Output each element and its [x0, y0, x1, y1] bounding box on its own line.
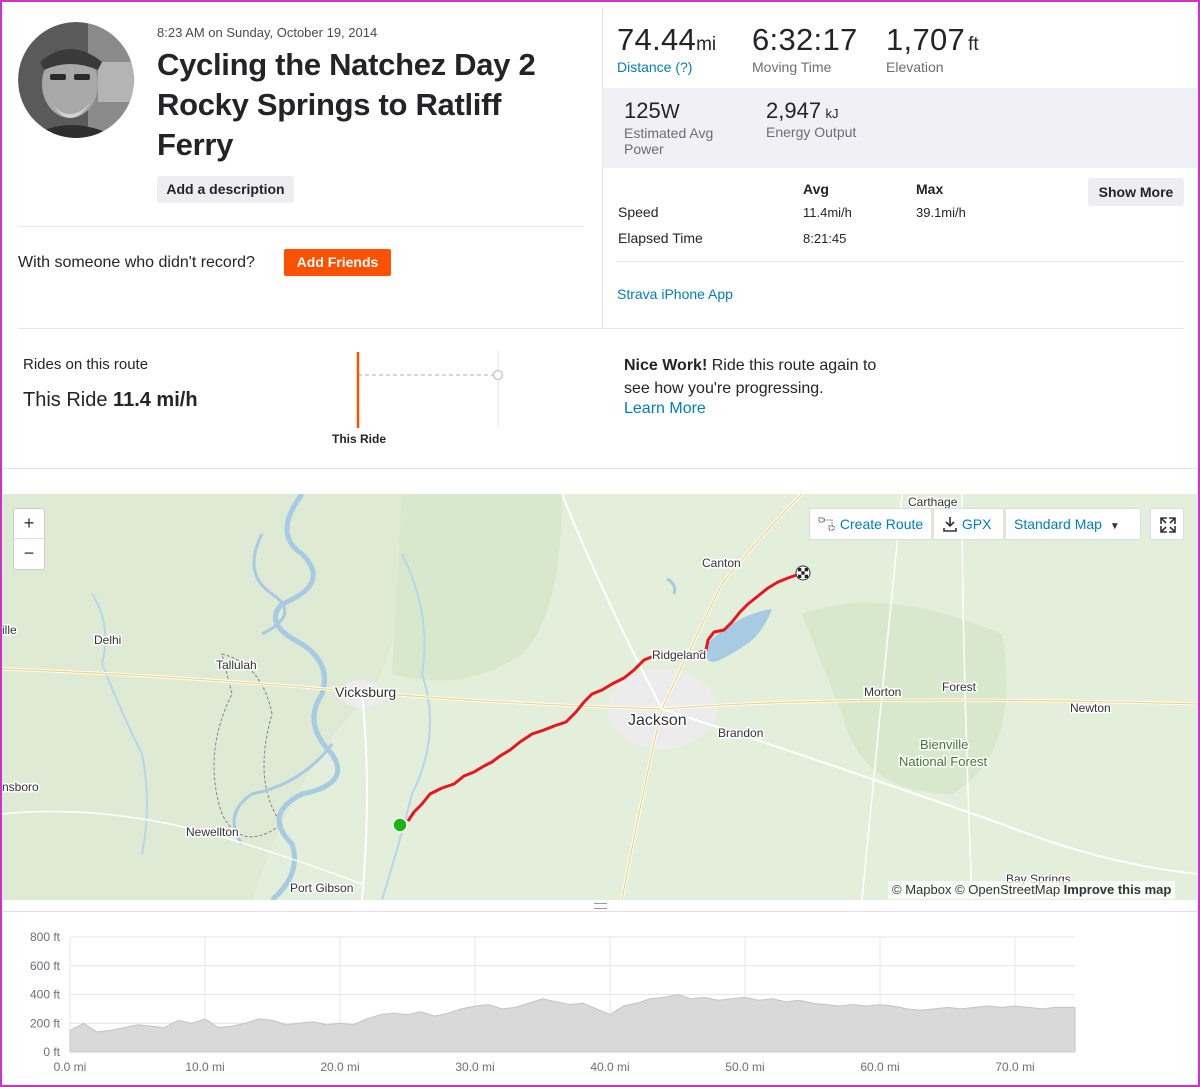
moving-time-label: Moving Time — [752, 59, 832, 75]
zoom-out-button[interactable]: − — [14, 539, 44, 569]
elevation-value: 1,707 — [886, 22, 966, 57]
y-tick-label: 800 ft — [30, 930, 61, 944]
divider — [617, 261, 1184, 262]
power-value: 125 — [624, 98, 661, 123]
elevation-label: Elevation — [886, 59, 944, 75]
place-label-morton: Morton — [864, 685, 901, 699]
energy-label: Energy Output — [766, 124, 857, 140]
zoom-in-button[interactable]: + — [14, 509, 44, 539]
elapsed-time-avg: 8:21:45 — [803, 231, 847, 246]
create-route-button[interactable]: Create Route — [809, 508, 932, 540]
place-label-ridgeland: Ridgeland — [652, 648, 706, 662]
learn-more-link[interactable]: Learn More — [624, 400, 706, 418]
gpx-label: GPX — [961, 516, 992, 532]
nice-work-message: Nice Work! Ride this route again to see … — [624, 354, 894, 400]
avg-header: Avg — [803, 181, 829, 197]
activity-date: 8:23 AM on Sunday, October 19, 2014 — [157, 25, 378, 40]
distance-unit: mi — [696, 34, 717, 55]
download-icon — [943, 517, 957, 532]
energy-stat: 2,947 kJ Energy Output — [766, 98, 856, 140]
divider — [0, 468, 1200, 469]
place-label-newton: Newton — [1070, 701, 1111, 715]
this-ride-speed: This Ride 11.4 mi/h — [23, 389, 198, 412]
osm-link[interactable]: © OpenStreetMap — [955, 882, 1060, 897]
moving-time-value: 6:32:17 — [752, 22, 858, 57]
add-friends-button[interactable]: Add Friends — [284, 249, 391, 276]
y-tick-label: 0 ft — [43, 1045, 60, 1059]
elevation-stat: 1,707 ft Elevation — [886, 22, 979, 75]
place-label-bienville: Bienville — [920, 737, 968, 752]
speed-avg: 11.4mi/h — [803, 205, 852, 220]
route-icon — [818, 517, 835, 531]
place-label-nsboro: nsboro — [2, 780, 39, 794]
x-tick-label: 30.0 mi — [455, 1060, 494, 1074]
with-someone-text: With someone who didn't record? — [18, 254, 255, 271]
nice-work-bold: Nice Work! — [624, 357, 708, 374]
distance-stat: 74.44mi Distance (?) — [617, 22, 716, 75]
device-link[interactable]: Strava iPhone App — [617, 286, 733, 302]
caret-down-icon: ▼ — [1109, 521, 1120, 532]
route-map[interactable]: Carthage Canton ille Delhi Tallulah Ridg… — [2, 494, 1198, 900]
mini-chart-label: This Ride — [332, 432, 387, 446]
place-label-brandon: Brandon — [718, 726, 763, 740]
energy-value: 2,947 — [766, 98, 822, 123]
power-label: Estimated Avg Power — [624, 125, 714, 157]
y-tick-label: 200 ft — [30, 1016, 61, 1030]
place-label-carthage: Carthage — [908, 495, 958, 509]
create-route-label: Create Route — [839, 516, 924, 532]
x-tick-label: 10.0 mi — [185, 1060, 224, 1074]
place-label-jackson: Jackson — [628, 712, 687, 729]
place-label-tallulah: Tallulah — [216, 658, 257, 672]
place-label-newellton: Newellton — [186, 825, 239, 839]
place-label-canton: Canton — [702, 556, 741, 570]
mapbox-link[interactable]: © Mapbox — [892, 882, 951, 897]
x-tick-label: 20.0 mi — [320, 1060, 359, 1074]
map-attribution: © Mapbox © OpenStreetMap Improve this ma… — [888, 881, 1176, 899]
place-label-national-forest: National Forest — [899, 754, 988, 769]
elevation-chart[interactable]: 0 ft 200 ft 400 ft 600 ft 800 ft 0.0 mi 10.0 m… — [0, 915, 1200, 1087]
gpx-download-button[interactable]: GPX — [933, 508, 1004, 540]
activity-title: Cycling the Natchez Day 2 Rocky Springs … — [157, 47, 536, 162]
elapsed-time-label: Elapsed Time — [618, 230, 703, 246]
zoom-control: + − — [13, 508, 45, 570]
athlete-avatar[interactable] — [18, 22, 134, 138]
map-type-dropdown[interactable]: Standard Map ▼ — [1005, 508, 1141, 540]
x-tick-label: 70.0 mi — [995, 1060, 1034, 1074]
map-type-label: Standard Map — [1014, 516, 1102, 532]
place-label-vicksburg: Vicksburg — [335, 684, 396, 700]
elevation-unit: ft — [968, 34, 979, 55]
place-label-delhi: Delhi — [94, 633, 121, 647]
improve-map-link[interactable]: Improve this map — [1064, 882, 1172, 897]
distance-label-link[interactable]: Distance (?) — [617, 59, 716, 75]
resize-grip-icon[interactable] — [594, 903, 607, 909]
place-label-port-gibson: Port Gibson — [290, 881, 353, 895]
rides-on-route-label: Rides on this route — [23, 356, 149, 373]
show-more-button[interactable]: Show More — [1088, 178, 1184, 206]
speed-label: Speed — [618, 204, 659, 220]
divider — [18, 328, 1184, 329]
moving-time-stat: 6:32:17 Moving Time — [752, 22, 858, 75]
place-label-forest: Forest — [942, 680, 977, 694]
energy-unit: kJ — [825, 106, 839, 121]
power-unit: W — [660, 101, 680, 123]
x-tick-label: 0.0 mi — [54, 1060, 87, 1074]
x-tick-label: 40.0 mi — [590, 1060, 629, 1074]
place-label-ille: ille — [2, 623, 17, 637]
speed-max: 39.1mi/h — [916, 205, 966, 220]
power-stat: 125W Estimated Avg Power — [624, 98, 744, 157]
divider — [602, 8, 603, 328]
y-tick-label: 600 ft — [30, 959, 61, 973]
max-header: Max — [916, 181, 944, 197]
fullscreen-button[interactable] — [1150, 508, 1184, 540]
add-description-button[interactable]: Add a description — [157, 176, 294, 203]
divider — [18, 226, 584, 227]
this-ride-prefix: This Ride — [23, 389, 108, 411]
x-tick-label: 60.0 mi — [860, 1060, 899, 1074]
fullscreen-icon — [1160, 517, 1176, 533]
y-tick-label: 400 ft — [30, 988, 61, 1002]
distance-value: 74.44 — [617, 22, 697, 57]
x-tick-label: 50.0 mi — [725, 1060, 764, 1074]
this-ride-value: 11.4 mi/h — [113, 389, 198, 411]
